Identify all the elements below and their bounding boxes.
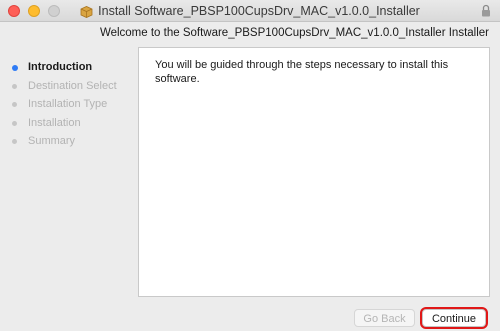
title-bar[interactable]: Install Software_PBSP100CupsDrv_MAC_v1.0… (0, 0, 500, 22)
step-dot-icon (12, 102, 17, 107)
content-panel: You will be guided through the steps nec… (138, 47, 490, 297)
installer-window: Install Software_PBSP100CupsDrv_MAC_v1.0… (0, 0, 500, 331)
step-label: Introduction (28, 61, 93, 73)
step-label: Installation Type (28, 98, 108, 110)
step-label: Summary (28, 135, 76, 147)
installer-steps-sidebar: Introduction Destination Select Installa… (0, 58, 135, 151)
lock-icon (482, 4, 490, 17)
continue-button[interactable]: Continue (422, 309, 486, 327)
step-destination-select: Destination Select (0, 77, 135, 96)
step-dot-icon (12, 139, 17, 144)
step-dot-icon (12, 120, 17, 126)
step-installation: Installation (0, 114, 135, 133)
step-summary: Summary (0, 132, 135, 151)
window-title-group: Install Software_PBSP100CupsDrv_MAC_v1.0… (0, 0, 500, 22)
introduction-text: You will be guided through the steps nec… (155, 59, 449, 85)
active-step-dot-icon (11, 64, 18, 71)
package-installer-icon (80, 5, 93, 18)
go-back-button: Go Back (354, 309, 415, 327)
step-dot-icon (12, 83, 17, 89)
window-title: Install Software_PBSP100CupsDrv_MAC_v1.0… (98, 4, 420, 18)
welcome-heading: Welcome to the Software_PBSP100CupsDrv_M… (99, 27, 489, 39)
step-installation-type: Installation Type (0, 95, 135, 114)
step-label: Destination Select (28, 79, 117, 92)
step-label: Installation (28, 116, 81, 129)
step-introduction: Introduction (0, 58, 135, 77)
